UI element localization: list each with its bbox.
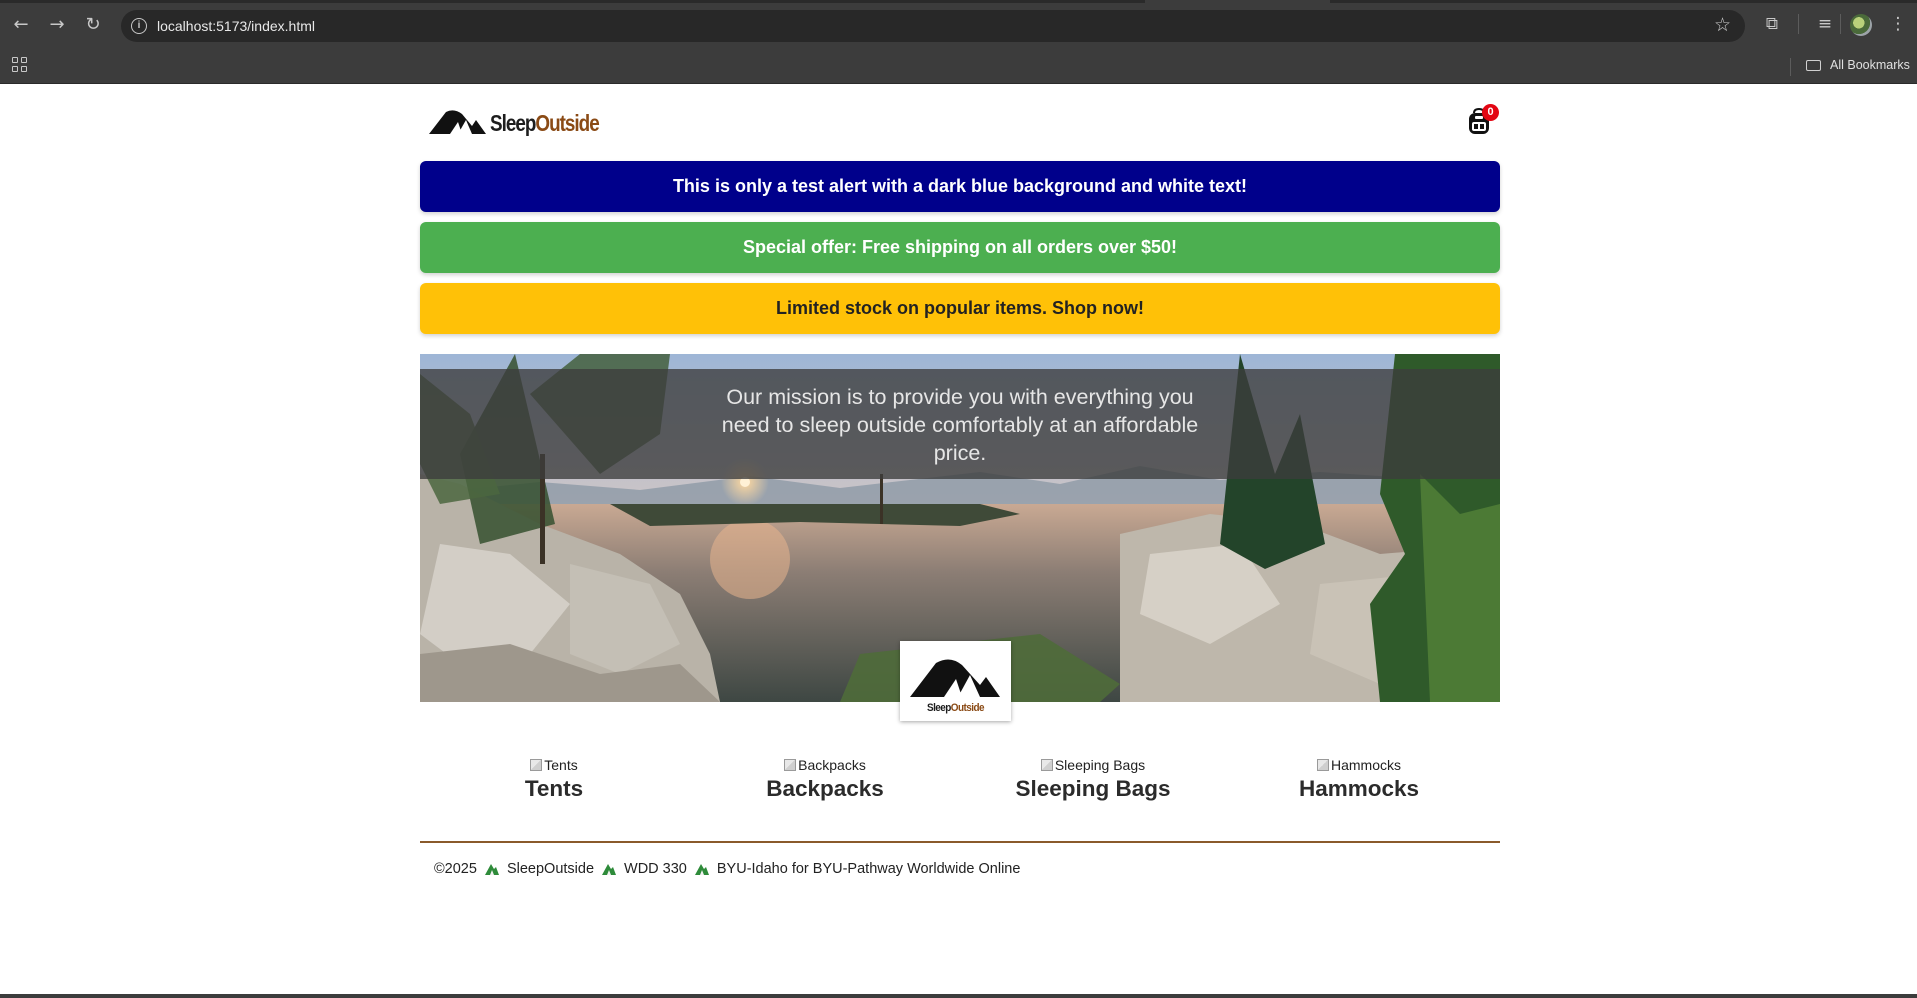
cart-count-badge: 0 bbox=[1482, 104, 1499, 121]
alert-banner: Special offer: Free shipping on all orde… bbox=[420, 222, 1500, 273]
window-bottom-edge bbox=[0, 994, 1917, 998]
site-logo-link[interactable]: SleepOutside bbox=[428, 106, 618, 140]
category-image-broken[interactable]: Hammocks bbox=[1226, 756, 1492, 773]
broken-image-icon bbox=[1040, 758, 1053, 771]
category-image-alt: Tents bbox=[544, 756, 578, 773]
address-url[interactable]: localhost:5173/index.html bbox=[157, 18, 315, 34]
address-bar[interactable]: i localhost:5173/index.html ☆ bbox=[121, 10, 1745, 42]
profile-avatar[interactable] bbox=[1850, 14, 1872, 36]
browser-toolbar: ← → ↻ i localhost:5173/index.html ☆ ⧉ ≡ … bbox=[0, 0, 1917, 50]
category-name[interactable]: Backpacks bbox=[692, 776, 958, 802]
reload-icon[interactable]: ↻ bbox=[81, 13, 105, 37]
logo-word-sleep: Sleep bbox=[490, 110, 536, 136]
category-hammocks-link[interactable]: Hammocks Hammocks bbox=[1226, 756, 1492, 802]
footer-brand: SleepOutside bbox=[506, 861, 595, 877]
more-menu-icon[interactable]: ⋮ bbox=[1886, 12, 1910, 36]
category-backpacks-link[interactable]: Backpacks Backpacks bbox=[692, 756, 958, 802]
web-page: SleepOutside 0 This is only a test alert… bbox=[0, 84, 1917, 994]
cart-link[interactable]: 0 bbox=[1466, 104, 1499, 138]
site-footer: ©2025 SleepOutside WDD 330 BYU-Idaho for… bbox=[434, 861, 1020, 877]
tent-icon bbox=[602, 864, 617, 875]
tab-strip-edge bbox=[1330, 0, 1917, 3]
alert-banner: This is only a test alert with a dark bl… bbox=[420, 161, 1500, 212]
category-tents-link[interactable]: Tents Tents bbox=[421, 756, 687, 802]
site-info-icon[interactable]: i bbox=[131, 18, 147, 34]
footer-course: WDD 330 bbox=[624, 861, 687, 877]
folder-icon bbox=[1806, 60, 1821, 71]
bookmarks-divider bbox=[1790, 58, 1791, 76]
product-category-grid: Tents Tents Backpacks Backpacks Sleeping… bbox=[420, 756, 1500, 816]
mission-statement-overlay: Our mission is to provide you with every… bbox=[420, 369, 1500, 479]
back-icon[interactable]: ← bbox=[9, 13, 33, 37]
svg-text:SleepOutside: SleepOutside bbox=[927, 702, 984, 714]
toolbar-divider bbox=[1798, 14, 1799, 34]
logo-word-outside: Outside bbox=[535, 110, 599, 136]
broken-image-icon bbox=[530, 758, 543, 771]
category-name[interactable]: Sleeping Bags bbox=[960, 776, 1226, 802]
hero-logo-word-sleep: Sleep bbox=[927, 702, 952, 714]
category-name[interactable]: Tents bbox=[421, 776, 687, 802]
apps-grid-icon[interactable] bbox=[12, 57, 30, 75]
footer-copyright: ©2025 bbox=[434, 861, 477, 877]
bookmark-star-icon[interactable]: ☆ bbox=[1714, 14, 1731, 36]
tent-logo-icon bbox=[429, 110, 486, 134]
alert-banner: Limited stock on popular items. Shop now… bbox=[420, 283, 1500, 334]
category-image-broken[interactable]: Backpacks bbox=[692, 756, 958, 773]
tab-strip-edge bbox=[0, 0, 1145, 3]
footer-school: BYU-Idaho for BYU-Pathway Worldwide Onli… bbox=[716, 861, 1021, 877]
logo-wordmark: SleepOutside bbox=[490, 110, 600, 137]
category-sleeping-bags-link[interactable]: Sleeping Bags Sleeping Bags bbox=[960, 756, 1226, 802]
all-bookmarks-button[interactable]: All Bookmarks bbox=[1806, 58, 1910, 72]
tent-icon bbox=[484, 864, 499, 875]
forward-icon[interactable]: → bbox=[45, 13, 69, 37]
category-name[interactable]: Hammocks bbox=[1226, 776, 1492, 802]
broken-image-icon bbox=[784, 758, 797, 771]
hero-logo-badge: SleepOutside bbox=[900, 641, 1011, 721]
category-image-broken[interactable]: Tents bbox=[421, 756, 687, 773]
toolbar-divider bbox=[1840, 14, 1841, 34]
all-bookmarks-label: All Bookmarks bbox=[1830, 58, 1910, 72]
extensions-icon[interactable]: ⧉ bbox=[1760, 12, 1784, 36]
category-image-broken[interactable]: Sleeping Bags bbox=[960, 756, 1226, 773]
tent-icon bbox=[694, 864, 709, 875]
bookmarks-bar: All Bookmarks bbox=[0, 50, 1917, 84]
category-image-alt: Backpacks bbox=[798, 756, 866, 773]
tab-search-icon[interactable]: ≡ bbox=[1813, 12, 1837, 36]
hero-logo-word-outside: Outside bbox=[951, 702, 985, 714]
mission-text: Our mission is to provide you with every… bbox=[721, 385, 1199, 465]
category-image-alt: Sleeping Bags bbox=[1054, 756, 1146, 773]
category-image-alt: Hammocks bbox=[1330, 756, 1401, 773]
tent-logo-icon: SleepOutside bbox=[910, 659, 1000, 714]
footer-divider bbox=[420, 841, 1500, 843]
broken-image-icon bbox=[1316, 758, 1329, 771]
